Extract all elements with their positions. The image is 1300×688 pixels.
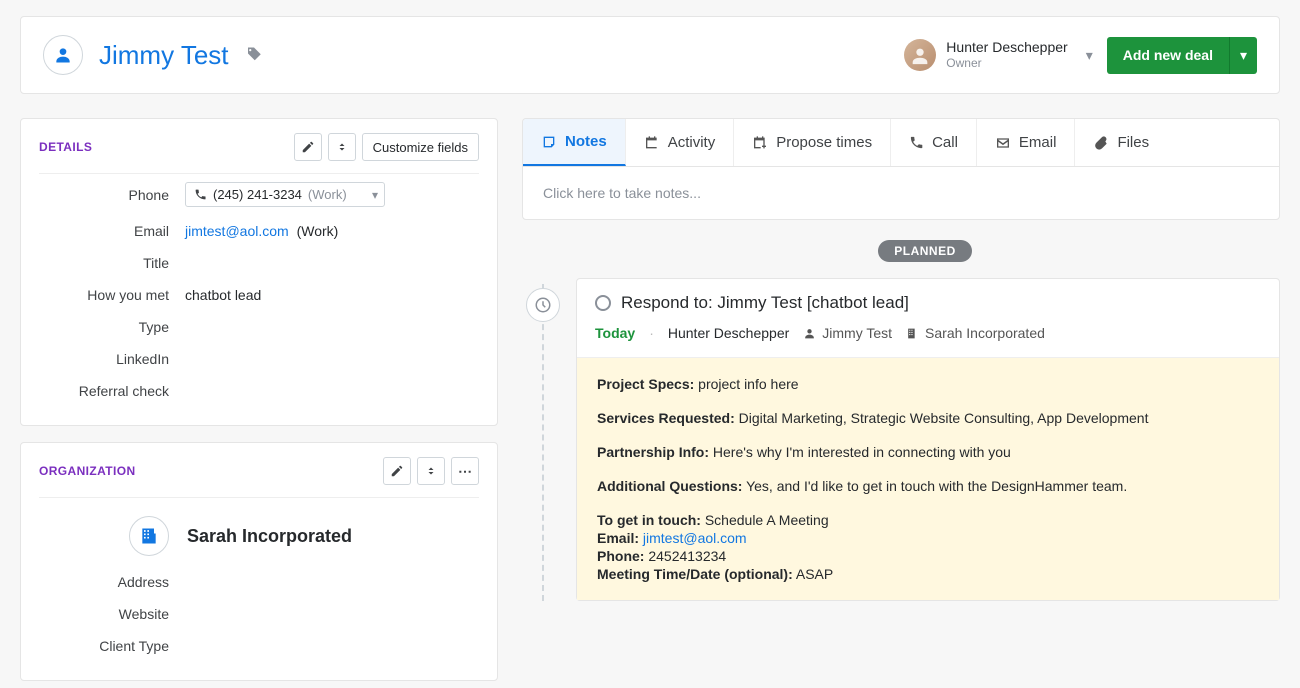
activity-owner: Hunter Deschepper — [668, 325, 789, 341]
referral-label: Referral check — [39, 383, 169, 399]
phone-label: Phone — [39, 187, 169, 203]
tab-activity[interactable]: Activity — [626, 119, 735, 166]
person-icon — [43, 35, 83, 75]
activity-org[interactable]: Sarah Incorporated — [906, 325, 1045, 341]
how-met-label: How you met — [39, 287, 169, 303]
envelope-icon — [995, 135, 1011, 151]
planned-badge: PLANNED — [878, 240, 972, 262]
phone-type: (Work) — [308, 187, 347, 202]
email-label: Email — [39, 223, 169, 239]
owner-name: Hunter Deschepper — [946, 39, 1067, 56]
activity-card: Respond to: Jimmy Test [chatbot lead] To… — [576, 278, 1280, 601]
contact-header: Jimmy Test Hunter Deschepper Owner ▾ Add… — [20, 16, 1280, 94]
add-deal-dropdown[interactable]: ▾ — [1230, 37, 1257, 74]
propose-times-icon — [752, 135, 768, 151]
address-label: Address — [39, 574, 169, 590]
notes-input[interactable]: Click here to take notes... — [522, 166, 1280, 220]
clock-icon — [526, 288, 560, 322]
details-card: DETAILS Customize fields Phone — [20, 118, 498, 426]
reorder-icon[interactable] — [328, 133, 356, 161]
organization-name[interactable]: Sarah Incorporated — [187, 526, 352, 547]
activity-email-link[interactable]: jimtest@aol.com — [643, 530, 747, 546]
email-value: jimtest@aol.com (Work) — [185, 223, 338, 239]
chevron-down-icon[interactable]: ▾ — [1078, 47, 1093, 64]
phone-handset-icon — [194, 188, 207, 201]
phone-value: (245) 241-3234 — [213, 187, 302, 202]
activity-title[interactable]: Respond to: Jimmy Test [chatbot lead] — [621, 293, 909, 313]
note-icon — [541, 134, 557, 150]
add-deal-button[interactable]: Add new deal — [1107, 37, 1230, 74]
phone-field[interactable]: (245) 241-3234 (Work) ▾ — [185, 182, 385, 207]
contact-name[interactable]: Jimmy Test — [99, 40, 229, 71]
edit-icon[interactable] — [294, 133, 322, 161]
client-type-label: Client Type — [39, 638, 169, 654]
reorder-icon[interactable] — [417, 457, 445, 485]
owner-role: Owner — [946, 56, 1067, 70]
title-label: Title — [39, 255, 169, 271]
linkedin-label: LinkedIn — [39, 351, 169, 367]
chevron-down-icon[interactable]: ▾ — [372, 188, 378, 202]
tab-files[interactable]: Files — [1075, 119, 1167, 166]
tab-email[interactable]: Email — [977, 119, 1076, 166]
activity-person[interactable]: Jimmy Test — [803, 325, 892, 341]
email-link[interactable]: jimtest@aol.com — [185, 223, 289, 239]
organization-title: ORGANIZATION — [39, 464, 136, 478]
type-label: Type — [39, 319, 169, 335]
website-label: Website — [39, 606, 169, 622]
edit-icon[interactable] — [383, 457, 411, 485]
more-icon[interactable]: ⋯ — [451, 457, 479, 485]
calendar-icon — [644, 135, 660, 151]
owner-selector[interactable]: Hunter Deschepper Owner ▾ — [904, 39, 1092, 71]
tab-propose-times[interactable]: Propose times — [734, 119, 891, 166]
activity-complete-checkbox[interactable] — [595, 295, 611, 311]
activity-date: Today — [595, 325, 635, 341]
tab-call[interactable]: Call — [891, 119, 977, 166]
tag-icon[interactable] — [245, 46, 263, 64]
details-title: DETAILS — [39, 140, 92, 154]
paperclip-icon — [1093, 135, 1109, 151]
activity-body: Project Specs: project info here Service… — [577, 357, 1279, 600]
phone-icon — [909, 135, 924, 150]
timeline-line — [542, 284, 544, 601]
how-met-value: chatbot lead — [185, 287, 261, 303]
owner-avatar — [904, 39, 936, 71]
tab-notes[interactable]: Notes — [523, 119, 626, 166]
tabbar: Notes Activity Propose times — [522, 118, 1280, 166]
organization-card: ORGANIZATION ⋯ Sarah — [20, 442, 498, 681]
building-icon — [129, 516, 169, 556]
customize-fields-button[interactable]: Customize fields — [362, 133, 479, 161]
